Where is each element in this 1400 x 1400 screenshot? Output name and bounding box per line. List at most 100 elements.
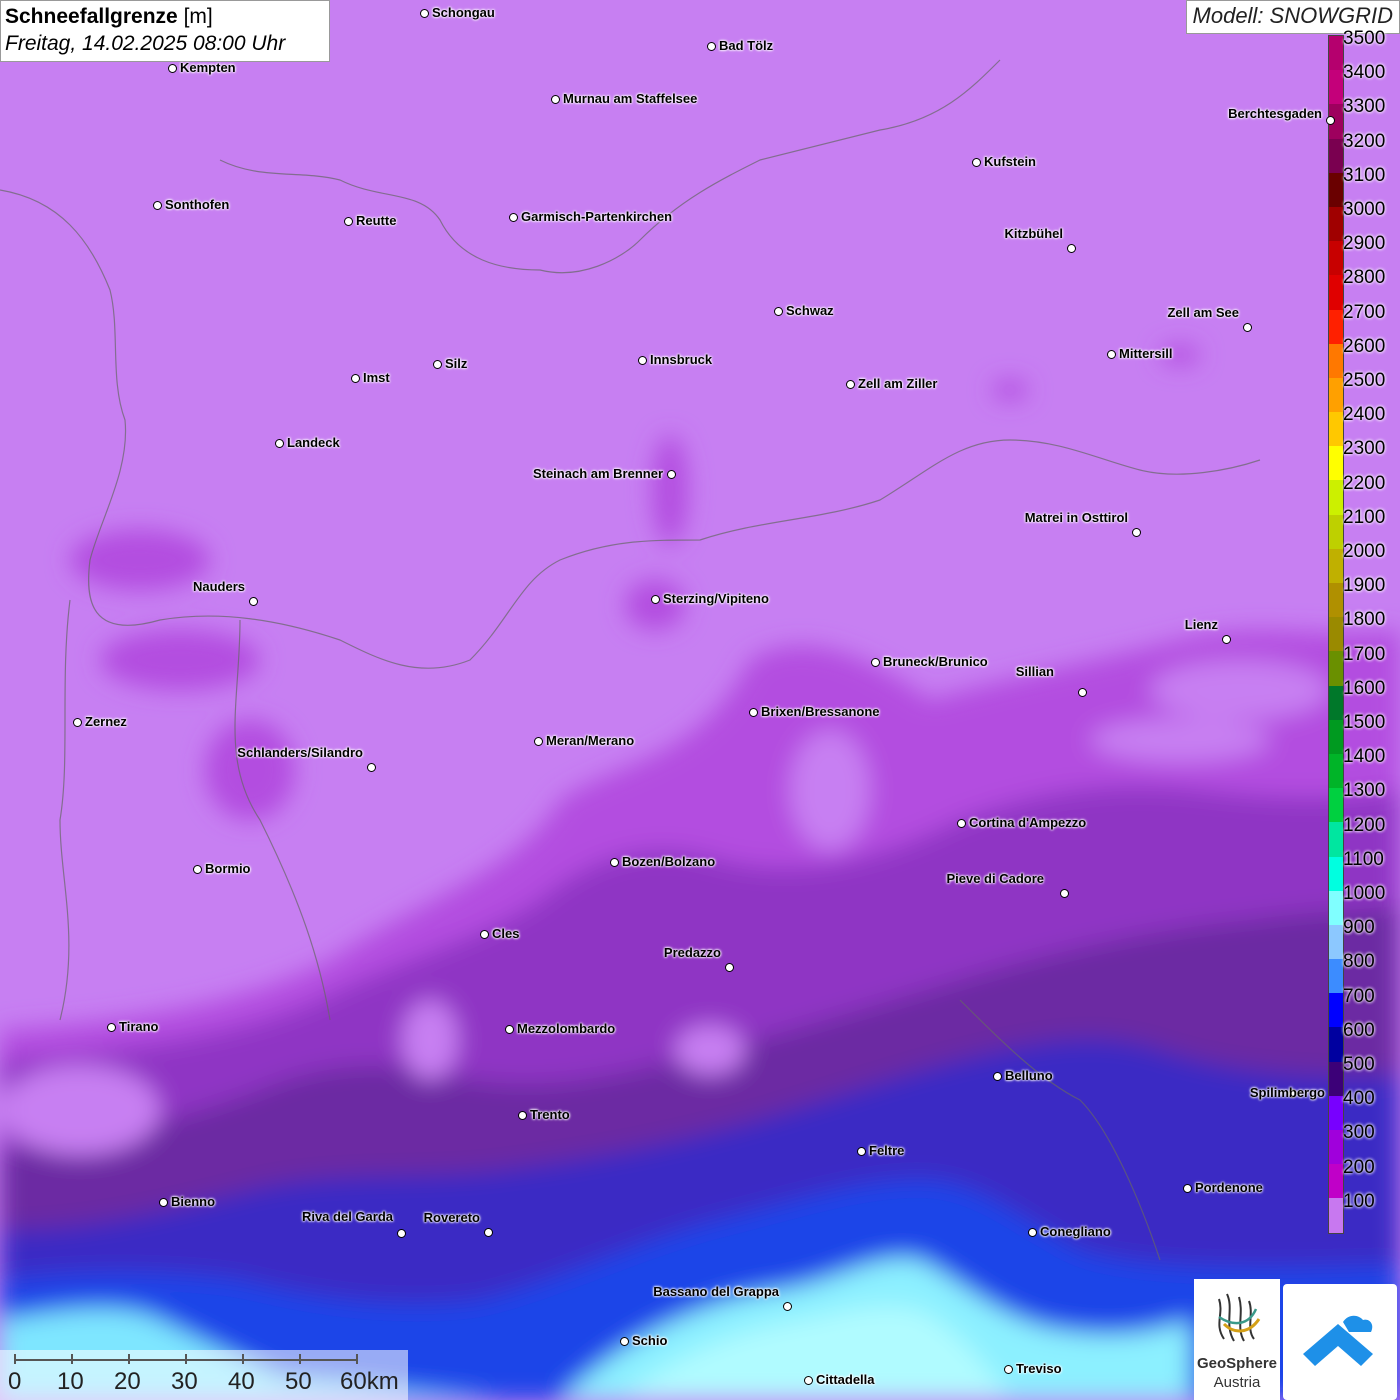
- city-label[interactable]: Cortina d'Ampezzo: [969, 815, 1086, 830]
- city-label[interactable]: Cles: [492, 926, 519, 941]
- city-marker[interactable]: [1004, 1365, 1013, 1374]
- city-marker[interactable]: [972, 158, 981, 167]
- city-label[interactable]: Conegliano: [1040, 1224, 1111, 1239]
- city-marker[interactable]: [1028, 1228, 1037, 1237]
- city-label[interactable]: Pieve di Cadore: [946, 871, 1044, 886]
- city-label[interactable]: Silz: [445, 356, 467, 371]
- city-marker[interactable]: [534, 737, 543, 746]
- city-marker[interactable]: [420, 9, 429, 18]
- city-label[interactable]: Sonthofen: [165, 197, 229, 212]
- city-marker[interactable]: [749, 708, 758, 717]
- city-label[interactable]: Treviso: [1016, 1361, 1062, 1376]
- city-marker[interactable]: [610, 858, 619, 867]
- city-marker[interactable]: [153, 201, 162, 210]
- city-label[interactable]: Bormio: [205, 861, 251, 876]
- city-label[interactable]: Landeck: [287, 435, 340, 450]
- city-label[interactable]: Sterzing/Vipiteno: [663, 591, 769, 606]
- city-label[interactable]: Cittadella: [816, 1372, 875, 1387]
- city-label[interactable]: Kempten: [180, 60, 236, 75]
- city-marker[interactable]: [484, 1228, 493, 1237]
- city-label[interactable]: Schio: [632, 1333, 667, 1348]
- city-marker[interactable]: [159, 1198, 168, 1207]
- city-label[interactable]: Meran/Merano: [546, 733, 634, 748]
- city-marker[interactable]: [1222, 635, 1231, 644]
- city-marker[interactable]: [367, 763, 376, 772]
- city-label[interactable]: Matrei in Osttirol: [1025, 510, 1128, 525]
- city-label[interactable]: Kufstein: [984, 154, 1036, 169]
- city-label[interactable]: Predazzo: [664, 945, 721, 960]
- city-label[interactable]: Murnau am Staffelsee: [563, 91, 697, 106]
- city-label[interactable]: Brixen/Bressanone: [761, 704, 880, 719]
- city-label[interactable]: Mezzolombardo: [517, 1021, 615, 1036]
- partner-logo[interactable]: [1283, 1284, 1397, 1400]
- city-label[interactable]: Zell am See: [1167, 305, 1239, 320]
- city-label[interactable]: Bruneck/Brunico: [883, 654, 988, 669]
- city-marker[interactable]: [993, 1072, 1002, 1081]
- city-label[interactable]: Berchtesgaden: [1228, 106, 1322, 121]
- city-marker[interactable]: [73, 718, 82, 727]
- city-label[interactable]: Rovereto: [424, 1210, 480, 1225]
- city-marker[interactable]: [1107, 350, 1116, 359]
- city-marker[interactable]: [804, 1376, 813, 1385]
- city-label[interactable]: Nauders: [193, 579, 245, 594]
- city-label[interactable]: Schongau: [432, 5, 495, 20]
- city-label[interactable]: Lienz: [1185, 617, 1218, 632]
- city-label[interactable]: Belluno: [1005, 1068, 1053, 1083]
- city-label[interactable]: Innsbruck: [650, 352, 712, 367]
- city-marker[interactable]: [725, 963, 734, 972]
- city-marker[interactable]: [193, 865, 202, 874]
- city-marker[interactable]: [275, 439, 284, 448]
- city-label[interactable]: Sillian: [1016, 664, 1054, 679]
- city-label[interactable]: Kitzbühel: [1005, 226, 1064, 241]
- city-marker[interactable]: [397, 1229, 406, 1238]
- city-label[interactable]: Mittersill: [1119, 346, 1172, 361]
- city-marker[interactable]: [505, 1025, 514, 1034]
- city-marker[interactable]: [783, 1302, 792, 1311]
- city-label[interactable]: Schwaz: [786, 303, 834, 318]
- city-label[interactable]: Feltre: [869, 1143, 904, 1158]
- city-label[interactable]: Bassano del Grappa: [653, 1284, 779, 1299]
- city-marker[interactable]: [774, 307, 783, 316]
- city-label[interactable]: Schlanders/Silandro: [237, 745, 363, 760]
- city-marker[interactable]: [846, 380, 855, 389]
- city-label[interactable]: Bozen/Bolzano: [622, 854, 715, 869]
- city-label[interactable]: Steinach am Brenner: [533, 466, 663, 481]
- city-marker[interactable]: [957, 819, 966, 828]
- city-marker[interactable]: [433, 360, 442, 369]
- city-label[interactable]: Bienno: [171, 1194, 215, 1209]
- city-marker[interactable]: [551, 95, 560, 104]
- city-marker[interactable]: [1132, 528, 1141, 537]
- city-marker[interactable]: [638, 356, 647, 365]
- city-label[interactable]: Spilimbergo: [1250, 1085, 1325, 1100]
- city-label[interactable]: Pordenone: [1195, 1180, 1263, 1195]
- city-label[interactable]: Zernez: [85, 714, 127, 729]
- city-label[interactable]: Bad Tölz: [719, 38, 773, 53]
- city-label[interactable]: Zell am Ziller: [858, 376, 937, 391]
- city-label[interactable]: Riva del Garda: [302, 1209, 393, 1224]
- city-marker[interactable]: [249, 597, 258, 606]
- city-label[interactable]: Garmisch-Partenkirchen: [521, 209, 672, 224]
- city-marker[interactable]: [480, 930, 489, 939]
- city-marker[interactable]: [1067, 244, 1076, 253]
- city-marker[interactable]: [651, 595, 660, 604]
- city-marker[interactable]: [518, 1111, 527, 1120]
- city-label[interactable]: Reutte: [356, 213, 396, 228]
- city-marker[interactable]: [1060, 889, 1069, 898]
- city-label[interactable]: Imst: [363, 370, 390, 385]
- city-marker[interactable]: [871, 658, 880, 667]
- city-marker[interactable]: [857, 1147, 866, 1156]
- city-marker[interactable]: [1326, 116, 1335, 125]
- city-marker[interactable]: [620, 1337, 629, 1346]
- city-marker[interactable]: [344, 217, 353, 226]
- city-label[interactable]: Trento: [530, 1107, 570, 1122]
- city-marker[interactable]: [667, 470, 676, 479]
- city-marker[interactable]: [1243, 323, 1252, 332]
- city-label[interactable]: Tirano: [119, 1019, 159, 1034]
- city-marker[interactable]: [1078, 688, 1087, 697]
- city-marker[interactable]: [509, 213, 518, 222]
- city-marker[interactable]: [168, 64, 177, 73]
- city-marker[interactable]: [351, 374, 360, 383]
- city-marker[interactable]: [707, 42, 716, 51]
- city-marker[interactable]: [107, 1023, 116, 1032]
- city-marker[interactable]: [1183, 1184, 1192, 1193]
